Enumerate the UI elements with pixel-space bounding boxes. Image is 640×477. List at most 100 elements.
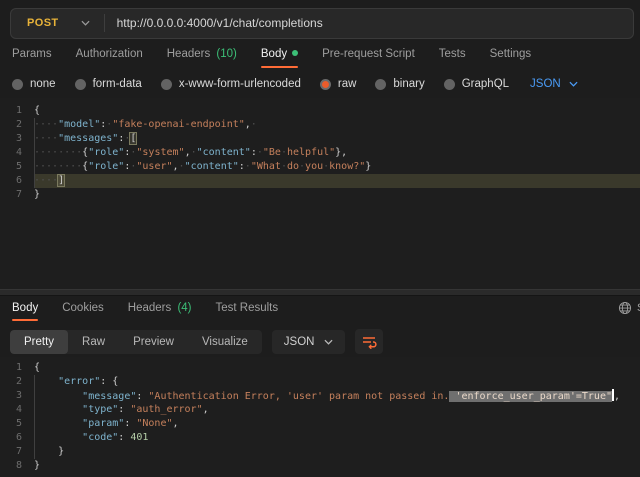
line-content: ····]	[34, 174, 640, 188]
code-token: "content"	[185, 161, 239, 172]
wrap-line-icon	[361, 335, 377, 349]
wrap-line-button[interactable]	[355, 329, 383, 354]
body-mode-raw[interactable]: raw	[320, 78, 357, 90]
code-line[interactable]: 1{	[0, 104, 640, 118]
view-raw[interactable]: Raw	[68, 330, 119, 354]
tab-label: Authorization	[76, 48, 143, 60]
tab-params[interactable]: Params	[12, 48, 52, 68]
code-line[interactable]: 3····"messages":·[	[0, 132, 640, 146]
line-number: 5	[0, 160, 34, 174]
response-view-switcher: PrettyRawPreviewVisualize	[10, 330, 262, 354]
code-token: "Authentication Error, 'user' param not …	[148, 391, 449, 402]
tab-headers[interactable]: Headers (10)	[167, 48, 237, 68]
response-language-dropdown[interactable]: JSON	[272, 330, 346, 354]
code-token: ·	[251, 119, 257, 130]
code-token: "code"	[82, 432, 118, 443]
code-token: :	[118, 432, 130, 443]
view-preview[interactable]: Preview	[119, 330, 188, 354]
code-line[interactable]: 7}	[0, 188, 640, 202]
code-token: }	[58, 446, 64, 457]
code-token: ····	[34, 119, 58, 130]
code-token: {	[34, 362, 40, 373]
tab-tests[interactable]: Tests	[439, 48, 466, 68]
indent-guide	[34, 174, 35, 188]
line-content: ········{"role":·"system",·"content":·"B…	[34, 146, 640, 160]
body-mode-label: binary	[393, 78, 424, 90]
tab-label: Cookies	[62, 302, 104, 314]
line-number: 3	[0, 389, 34, 403]
tab-body[interactable]: Body	[261, 48, 298, 68]
code-token: :	[118, 404, 130, 415]
code-token: }	[34, 460, 40, 471]
line-number: 7	[0, 188, 34, 202]
tab-label: Body	[261, 48, 287, 60]
line-number: 1	[0, 361, 34, 375]
body-mode-binary[interactable]: binary	[375, 78, 424, 90]
line-number: 1	[0, 104, 34, 118]
response-tab-headers[interactable]: Headers (4)	[128, 302, 192, 321]
request-body-editor[interactable]: 1{2····"model":·"fake-openai-endpoint",·…	[0, 98, 640, 289]
line-number: 4	[0, 403, 34, 417]
code-token: "fake-openai-endpoint"	[112, 119, 244, 130]
url-input[interactable]: http://0.0.0.0:4000/v1/chat/completions	[105, 16, 335, 30]
code-token: 401	[130, 432, 148, 443]
code-line[interactable]: 8}	[0, 459, 640, 473]
response-tab-test-results[interactable]: Test Results	[216, 302, 279, 321]
code-token	[34, 404, 82, 415]
code-line[interactable]: 4 "type": "auth_error",	[0, 403, 640, 417]
tab-label: Tests	[439, 48, 466, 60]
line-content: "type": "auth_error",	[34, 403, 640, 417]
code-token	[34, 432, 82, 443]
code-token: "auth_error"	[130, 404, 202, 415]
tab-count-badge: (10)	[213, 48, 237, 60]
code-line[interactable]: 3 "message": "Authentication Error, 'use…	[0, 389, 640, 403]
line-content: {	[34, 361, 640, 375]
code-line[interactable]: 1{	[0, 361, 640, 375]
tab-pre-request-script[interactable]: Pre-request Script	[322, 48, 415, 68]
code-line[interactable]: 5········{"role":·"user",·"content":·"Wh…	[0, 160, 640, 174]
code-token: know?"	[329, 161, 365, 172]
tab-settings[interactable]: Settings	[490, 48, 532, 68]
code-line[interactable]: 5 "param": "None",	[0, 417, 640, 431]
response-body-editor[interactable]: 1{2 "error": {3 "message": "Authenticati…	[0, 357, 640, 477]
code-line[interactable]: 6····]	[0, 174, 640, 188]
code-token: "role"	[88, 147, 124, 158]
method-dropdown[interactable]: POST	[11, 17, 104, 29]
body-mode-x-www-form-urlencoded[interactable]: x-www-form-urlencoded	[161, 78, 301, 90]
code-token	[34, 391, 82, 402]
body-mode-none[interactable]: none	[12, 78, 56, 90]
line-content: "error": {	[34, 375, 640, 389]
response-tab-body[interactable]: Body	[12, 302, 38, 321]
body-mode-form-data[interactable]: form-data	[75, 78, 142, 90]
code-token: "None"	[136, 418, 172, 429]
tab-authorization[interactable]: Authorization	[76, 48, 143, 68]
code-line[interactable]: 4········{"role":·"system",·"content":·"…	[0, 146, 640, 160]
unsaved-changes-dot-icon	[292, 50, 298, 56]
code-token: "What	[251, 161, 281, 172]
pane-divider[interactable]	[0, 289, 640, 296]
code-token: ········	[34, 147, 82, 158]
radio-icon	[444, 79, 455, 90]
code-token: ········	[34, 161, 82, 172]
code-token: "content"	[197, 147, 251, 158]
code-line[interactable]: 2····"model":·"fake-openai-endpoint",·	[0, 118, 640, 132]
indent-guide	[34, 160, 35, 174]
code-token: "user"	[136, 161, 172, 172]
indent-guide	[34, 417, 35, 431]
view-pretty[interactable]: Pretty	[10, 330, 68, 354]
code-line[interactable]: 7 }	[0, 445, 640, 459]
body-mode-graphql[interactable]: GraphQL	[444, 78, 509, 90]
request-language-dropdown[interactable]: JSON	[530, 78, 578, 90]
body-mode-selector: none form-data x-www-form-urlencoded raw bin…	[0, 70, 640, 98]
code-line[interactable]: 2 "error": {	[0, 375, 640, 389]
code-token: ····	[34, 175, 58, 186]
view-visualize[interactable]: Visualize	[188, 330, 262, 354]
code-line[interactable]: 6 "code": 401	[0, 431, 640, 445]
chevron-down-icon	[81, 20, 90, 26]
response-tab-cookies[interactable]: Cookies	[62, 302, 104, 321]
line-number: 7	[0, 445, 34, 459]
request-url-bar-row: POST http://0.0.0.0:4000/v1/chat/complet…	[0, 0, 640, 46]
line-content: ····"model":·"fake-openai-endpoint",·	[34, 118, 640, 132]
code-token: "system"	[136, 147, 184, 158]
globe-icon[interactable]	[618, 301, 632, 315]
